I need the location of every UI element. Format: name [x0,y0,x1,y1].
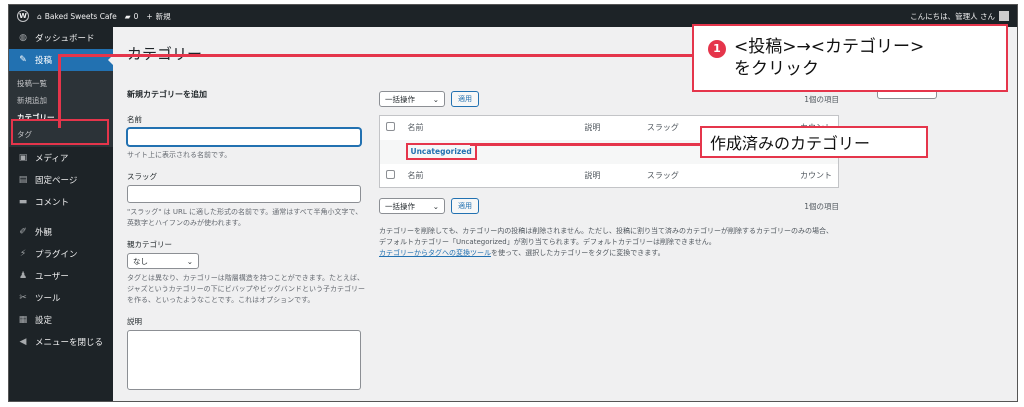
apply-button-bottom[interactable]: 適用 [451,198,479,214]
dashboard-icon: ◍ [19,33,27,43]
leader-line-vertical [58,54,61,128]
item-count-bottom: 1個の項目 [804,201,839,211]
menu-settings[interactable]: ▦ 設定 [9,309,113,331]
menu-label: コメント [35,198,70,208]
converter-link[interactable]: カテゴリーからタグへの変換ツール [379,249,491,257]
pin-icon: ✎ [19,55,27,65]
menu-label: 外観 [35,228,53,238]
plus-icon: + [146,11,153,21]
site-name: Baked Sweets Cafe [44,11,117,21]
collapse-icon: ◀ [19,337,27,347]
new-label: 新規 [155,11,171,21]
avatar [999,11,1009,21]
chevron-down-icon: ⌄ [186,256,193,266]
menu-dashboard[interactable]: ◍ ダッシュボード [9,27,113,49]
column-description-footer[interactable]: 説明 [578,164,641,188]
wp-logo-menu[interactable]: W [17,10,29,22]
column-count-footer[interactable]: カウント [739,164,838,188]
menu-collapse[interactable]: ◀ メニューを閉じる [9,331,113,353]
menu-label: 固定ページ [35,176,78,186]
plugin-icon: ⚡ [19,249,27,259]
select-all-checkbox[interactable] [386,122,395,132]
menu-label: ツール [35,294,61,304]
parent-value: なし [133,256,148,266]
column-name[interactable]: 名前 [402,116,579,140]
step-line-1: <投稿>→<カテゴリー> [734,37,925,57]
slug-help: "スラッグ" は URL に適した形式の名前です。通常はすべて半角小文字で、英数… [127,208,363,227]
menu-label: 投稿 [35,56,53,66]
admin-sidebar: ◍ ダッシュボード ✎ 投稿 投稿一覧 新規追加 カテゴリー タグ ▣ メディア… [9,27,113,401]
name-label: 名前 [127,115,142,124]
menu-appearance[interactable]: ✐ 外観 [9,221,113,243]
home-icon: ⌂ [37,11,42,21]
column-slug-footer[interactable]: スラッグ [641,164,739,188]
tablenav-bottom: 一括操作 ⌄ 適用 1個の項目 [379,196,839,216]
comment-icon: ▬ [18,197,28,207]
chevron-down-icon: ⌄ [432,94,439,104]
appearance-icon: ✐ [19,227,27,237]
comments-menu[interactable]: ▰ 0 [125,12,139,21]
menu-label: プラグイン [35,250,78,260]
table-footer: 名前 説明 スラッグ カウント [380,164,839,188]
bulk-action-select-bottom[interactable]: 一括操作 ⌄ [379,198,445,214]
submenu-all-posts[interactable]: 投稿一覧 [9,75,113,92]
site-name-menu[interactable]: ⌂ Baked Sweets Cafe [37,12,117,21]
chevron-down-icon: ⌄ [432,201,439,211]
menu-plugins[interactable]: ⚡ プラグイン [9,243,113,265]
name-help: サイト上に表示される名前です。 [127,151,232,159]
parent-label: 親カテゴリー [127,240,172,249]
menu-pages[interactable]: ▤ 固定ページ [9,169,113,191]
column-name-footer[interactable]: 名前 [402,164,579,188]
slug-field[interactable] [127,185,361,203]
menu-label: ユーザー [35,272,69,282]
media-icon: ▣ [18,153,28,163]
parent-select[interactable]: なし ⌄ [127,253,199,269]
category-name-link[interactable]: Uncategorized [405,143,477,160]
add-category-form: 新規カテゴリーを追加 名前 サイト上に表示される名前です。 スラッグ "スラッグ… [127,89,367,390]
bulk-action-label: 一括操作 [385,201,415,211]
column-description[interactable]: 説明 [578,116,641,140]
greeting: こんにちは、管理人 さん [910,11,995,21]
form-heading: 新規カテゴリーを追加 [127,90,207,99]
convert-note-text: を使って、選択したカテゴリーをタグに変換できます。 [491,249,665,257]
comment-bubble-icon: ▰ [124,11,131,21]
tools-icon: ✂ [19,293,27,303]
step-number-badge: 1 [708,40,726,58]
description-field[interactable] [127,330,361,390]
apply-button[interactable]: 適用 [451,91,479,107]
comments-count: 0 [133,11,139,21]
description-label: 説明 [127,317,142,326]
menu-users[interactable]: ♟ ユーザー [9,265,113,287]
convert-note: カテゴリーからタグへの変換ツールを使って、選択したカテゴリーをタグに変換できます… [379,248,839,259]
bulk-action-label: 一括操作 [385,94,415,104]
bulk-action-select[interactable]: 一括操作 ⌄ [379,91,445,107]
leader-line-category [470,143,702,146]
wordpress-logo-icon: W [17,10,29,22]
menu-posts[interactable]: ✎ 投稿 [9,49,113,71]
new-content-menu[interactable]: + 新規 [146,11,170,22]
tablenav-top: 一括操作 ⌄ 適用 1個の項目 [379,89,839,109]
users-icon: ♟ [18,271,28,281]
page-icon: ▤ [18,175,28,185]
step-callout: 1 <投稿>→<カテゴリー> をクリック [692,24,1008,92]
item-count: 1個の項目 [804,94,839,104]
select-all-checkbox-footer[interactable] [386,169,395,179]
leader-line-horizontal [58,54,694,57]
submenu-add-new[interactable]: 新規追加 [9,92,113,109]
menu-label: ダッシュボード [35,34,95,44]
step-line-2: をクリック [734,59,819,79]
menu-label: メディア [35,154,69,164]
menu-tools[interactable]: ✂ ツール [9,287,113,309]
existing-category-callout: 作成済みのカテゴリー [700,126,928,158]
settings-icon: ▦ [18,315,28,325]
category-list: 一括操作 ⌄ 適用 1個の項目 名前 説明 スラッグ カウント Uncatego… [379,89,839,259]
parent-help: タグとは異なり、カテゴリーは階層構造を持つことができます。たとえば、ジャズという… [127,274,365,304]
menu-label: メニューを閉じる [35,338,104,348]
delete-note: カテゴリーを削除しても、カテゴリー内の投稿は削除されません。ただし、投稿に割り当… [379,227,834,246]
menu-comments[interactable]: ▬ コメント [9,191,113,213]
menu-label: 設定 [35,316,53,326]
menu-media[interactable]: ▣ メディア [9,147,113,169]
slug-label: スラッグ [127,172,157,181]
name-field[interactable] [127,128,361,146]
